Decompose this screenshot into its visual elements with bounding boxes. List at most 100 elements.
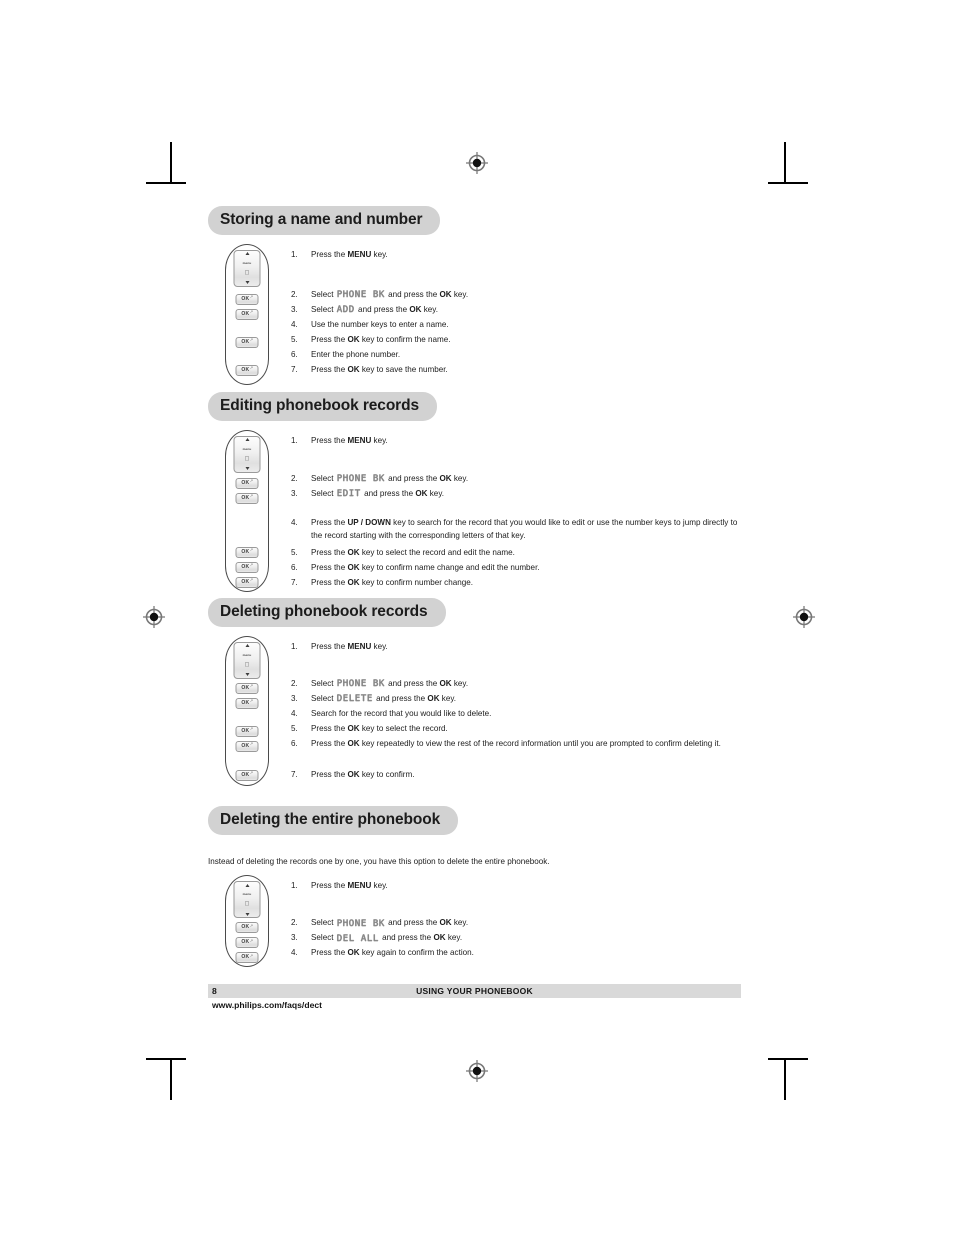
step-number: 5. [291, 723, 298, 733]
lcd-display-text: DEL ALL [336, 933, 379, 944]
list-item: 3. Select DEL ALL and press the OK key. [291, 932, 746, 945]
ok-key-step3[interactable]: OK ↗ [235, 697, 259, 709]
list-item: 5. Press the OK key to select the record… [291, 723, 746, 734]
crop-mark-bottom-right-h [768, 1058, 808, 1060]
section-storing: Storing a name and number menu ◻ OK ↗ OK ↗ [208, 206, 746, 385]
step-number: 2. [291, 473, 298, 483]
ok-key-step2[interactable]: OK ↗ [235, 477, 259, 489]
step-text: Press the MENU key. [311, 249, 388, 259]
step-number: 4. [291, 708, 298, 718]
ok-key-step5[interactable]: OK ↗ [235, 546, 259, 558]
list-item: 7. Press the OK key to save the number. [291, 364, 746, 375]
arrow-up-right-icon: ↗ [249, 770, 254, 776]
step-number: 1. [291, 435, 298, 445]
step-text: Press the OK key again to confirm the ac… [311, 948, 474, 958]
ok-key-label: OK [241, 939, 250, 946]
ok-key-step5[interactable]: OK ↗ [235, 725, 259, 737]
menu-nav-key[interactable]: menu ◻ [233, 249, 261, 287]
lcd-display-text: PHONE BK [336, 679, 385, 690]
step-number: 3. [291, 693, 298, 703]
crop-mark-bottom-left-v [170, 1060, 172, 1100]
ok-key-step6[interactable]: OK ↗ [235, 740, 259, 752]
list-item: 2. Select PHONE BK and press the OK key. [291, 473, 746, 486]
step-text: Select ADD and press the OK key. [311, 304, 438, 316]
step-text: Press the OK key to select the record an… [311, 547, 515, 557]
ok-key-label: OK [241, 684, 250, 691]
step-text: Search for the record that you would lik… [311, 708, 492, 718]
ok-key-step5[interactable]: OK ↗ [235, 336, 259, 348]
ok-key-label: OK [241, 578, 250, 585]
crop-mark-top-right-v [784, 142, 786, 182]
ok-key-step7[interactable]: OK ↗ [235, 769, 259, 781]
ok-key-label: OK [241, 548, 250, 555]
ok-key-step2[interactable]: OK ↗ [235, 682, 259, 694]
arrow-up-right-icon: ↗ [249, 922, 254, 928]
arrow-up-right-icon: ↗ [249, 309, 254, 315]
list-item: 6. Press the OK key repeatedly to view t… [291, 738, 746, 751]
step-text: Press the OK key to confirm. [311, 769, 415, 779]
ok-key-label: OK [241, 479, 250, 486]
ok-key-step3[interactable]: OK ↗ [235, 937, 259, 949]
ok-key-step3[interactable]: OK ↗ [235, 308, 259, 320]
step-number: 3. [291, 304, 298, 314]
step-text: Press the OK key to confirm number chang… [311, 577, 473, 587]
step-text: Select PHONE BK and press the OK key. [311, 473, 469, 485]
menu-nav-key[interactable]: menu ◻ [233, 641, 261, 679]
step-number: 2. [291, 678, 298, 688]
ok-key-step7[interactable]: OK ↗ [235, 576, 259, 588]
step-text: Select EDIT and press the OK key. [311, 488, 445, 500]
arrow-up-right-icon: ↗ [249, 952, 254, 958]
registration-target-left [143, 606, 165, 628]
ok-key-label: OK [241, 924, 250, 931]
arrow-up-right-icon: ↗ [249, 493, 254, 499]
up-arrow-icon [245, 883, 249, 887]
step-text: Press the OK key to confirm the name. [311, 334, 451, 344]
ok-key-step4[interactable]: OK ↗ [235, 952, 259, 964]
menu-nav-key[interactable]: menu ◻ [233, 435, 261, 473]
step-number: 5. [291, 334, 298, 344]
menu-key-label: menu [242, 446, 252, 451]
list-item: 5. Press the OK key to select the record… [291, 547, 746, 558]
steps-list-deleting: 1. Press the MENU key. 2. Select PHONE B… [291, 636, 746, 786]
nav-icon: ◻ [244, 455, 250, 462]
list-item: 7. Press the OK key to confirm number ch… [291, 577, 746, 588]
registration-target-right [793, 606, 815, 628]
list-item: 2. Select PHONE BK and press the OK key. [291, 678, 746, 691]
ok-key-step2[interactable]: OK ↗ [235, 922, 259, 934]
section-heading-wrap: Storing a name and number [208, 206, 746, 235]
ok-key-label: OK [241, 295, 250, 302]
ok-key-step7[interactable]: OK ↗ [235, 364, 259, 376]
crop-mark-top-left-v [170, 142, 172, 182]
step-number: 7. [291, 769, 298, 779]
section-heading-editing: Editing phonebook records [208, 392, 438, 421]
arrow-up-right-icon: ↗ [249, 547, 254, 553]
list-item: 4. Search for the record that you would … [291, 708, 746, 719]
step-number: 5. [291, 547, 298, 557]
step-number: 6. [291, 738, 298, 748]
list-item: 2. Select PHONE BK and press the OK key. [291, 289, 746, 302]
down-arrow-icon [245, 281, 249, 285]
step-text: Select DELETE and press the OK key. [311, 693, 457, 705]
ok-key-step3[interactable]: OK ↗ [235, 492, 259, 504]
menu-key-label: menu [242, 260, 252, 265]
arrow-up-right-icon: ↗ [249, 726, 254, 732]
lcd-display-text: ADD [336, 305, 355, 316]
ok-key-label: OK [241, 699, 250, 706]
lcd-display-text: PHONE BK [336, 918, 385, 929]
steps-list-storing: 1. Press the MENU key. 2. Select PHONE B… [291, 244, 746, 385]
ok-key-label: OK [241, 954, 250, 961]
step-text: Select PHONE BK and press the OK key. [311, 678, 469, 690]
handset-key-strip-editing: menu ◻ OK ↗ OK ↗ OK ↗ OK ↗ OK ↗ [225, 429, 269, 592]
ok-key-step2[interactable]: OK ↗ [235, 293, 259, 305]
lcd-display-text: DELETE [336, 694, 373, 705]
arrow-up-right-icon: ↗ [249, 478, 254, 484]
crop-mark-top-left-h [146, 182, 186, 184]
menu-nav-key[interactable]: menu ◻ [233, 881, 261, 919]
ok-key-step6[interactable]: OK ↗ [235, 561, 259, 573]
list-item: 5. Press the OK key to confirm the name. [291, 334, 746, 345]
ok-key-label: OK [241, 742, 250, 749]
section-body-storing: menu ◻ OK ↗ OK ↗ OK ↗ OK ↗ 1. Press the … [208, 243, 746, 385]
list-item: 1. Press the MENU key. [291, 249, 746, 260]
steps-list-editing: 1. Press the MENU key. 2. Select PHONE B… [291, 430, 746, 592]
step-number: 4. [291, 517, 298, 527]
